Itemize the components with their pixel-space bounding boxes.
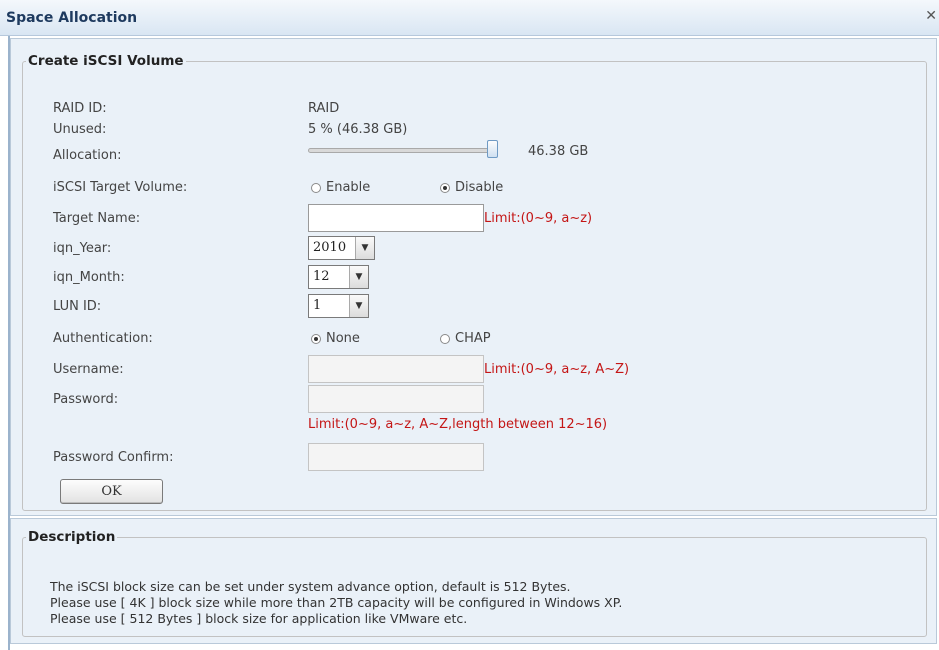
create-volume-group: Create iSCSI Volume RAID ID: RAID Unused…	[22, 53, 927, 511]
iqn-year-select[interactable]: 2010 ▼	[308, 236, 375, 260]
lun-id-select[interactable]: 1 ▼	[308, 294, 369, 318]
authentication-chap-label: CHAP	[455, 331, 491, 346]
authentication-chap-radio[interactable]: CHAP	[440, 331, 491, 346]
target-name-input[interactable]	[308, 204, 484, 232]
space-allocation-dialog: Space Allocation ✕ Create iSCSI Volume R…	[0, 0, 939, 650]
chevron-down-icon[interactable]: ▼	[349, 295, 368, 317]
description-line: The iSCSI block size can be set under sy…	[50, 579, 571, 594]
description-panel: Description The iSCSI block size can be …	[10, 518, 937, 644]
raid-id-value: RAID	[308, 101, 340, 116]
username-input[interactable]	[308, 355, 484, 383]
lun-id-value: 1	[313, 298, 322, 313]
chevron-down-icon[interactable]: ▼	[355, 237, 374, 259]
target-name-label: Target Name:	[53, 211, 141, 226]
dialog-title: Space Allocation	[6, 10, 138, 26]
allocation-slider-track[interactable]	[308, 148, 498, 153]
password-label: Password:	[53, 392, 119, 407]
password-limit: Limit:(0~9, a~z, A~Z,length between 12~1…	[308, 417, 608, 432]
target-volume-disable-label: Disable	[455, 180, 504, 195]
ok-button[interactable]: OK	[60, 479, 163, 504]
allocation-label: Allocation:	[53, 148, 122, 163]
description-legend: Description	[28, 529, 116, 545]
title-bar: Space Allocation ✕	[0, 0, 939, 36]
username-limit: Limit:(0~9, a~z, A~Z)	[484, 362, 630, 377]
raid-id-label: RAID ID:	[53, 101, 107, 116]
target-name-limit: Limit:(0~9, a~z)	[484, 211, 593, 226]
description-line: Please use [ 512 Bytes ] block size for …	[50, 611, 468, 626]
radio-circle-icon[interactable]	[440, 182, 450, 193]
target-volume-disable-radio[interactable]: Disable	[440, 180, 503, 195]
description-line: Please use [ 4K ] block size while more …	[50, 595, 623, 610]
username-label: Username:	[53, 362, 124, 377]
iqn-year-value: 2010	[313, 240, 347, 255]
authentication-none-radio[interactable]: None	[311, 331, 360, 346]
chevron-down-icon[interactable]: ▼	[349, 266, 368, 288]
iqn-month-label: iqn_Month:	[53, 270, 125, 285]
create-volume-panel: Create iSCSI Volume RAID ID: RAID Unused…	[10, 38, 937, 516]
target-volume-label: iSCSI Target Volume:	[53, 180, 188, 195]
description-group: Description The iSCSI block size can be …	[22, 529, 927, 637]
lun-id-label: LUN ID:	[53, 299, 102, 314]
close-icon[interactable]: ✕	[925, 8, 937, 24]
radio-circle-icon[interactable]	[440, 333, 450, 344]
password-confirm-input[interactable]	[308, 443, 484, 471]
allocation-slider-handle[interactable]	[487, 140, 498, 158]
authentication-label: Authentication:	[53, 331, 153, 346]
iqn-year-label: iqn_Year:	[53, 241, 112, 256]
create-volume-legend: Create iSCSI Volume	[28, 53, 184, 69]
password-input[interactable]	[308, 385, 484, 413]
allocation-value: 46.38 GB	[528, 144, 589, 159]
description-text: The iSCSI block size can be set under sy…	[50, 579, 622, 627]
iqn-month-select[interactable]: 12 ▼	[308, 265, 369, 289]
unused-value: 5 % (46.38 GB)	[308, 122, 408, 137]
radio-circle-icon[interactable]	[311, 333, 321, 344]
password-confirm-label: Password Confirm:	[53, 450, 174, 465]
iqn-month-value: 12	[313, 269, 330, 284]
target-volume-enable-label: Enable	[326, 180, 371, 195]
authentication-none-label: None	[326, 331, 360, 346]
radio-circle-icon[interactable]	[311, 182, 321, 193]
unused-label: Unused:	[53, 122, 107, 137]
target-volume-enable-radio[interactable]: Enable	[311, 180, 370, 195]
